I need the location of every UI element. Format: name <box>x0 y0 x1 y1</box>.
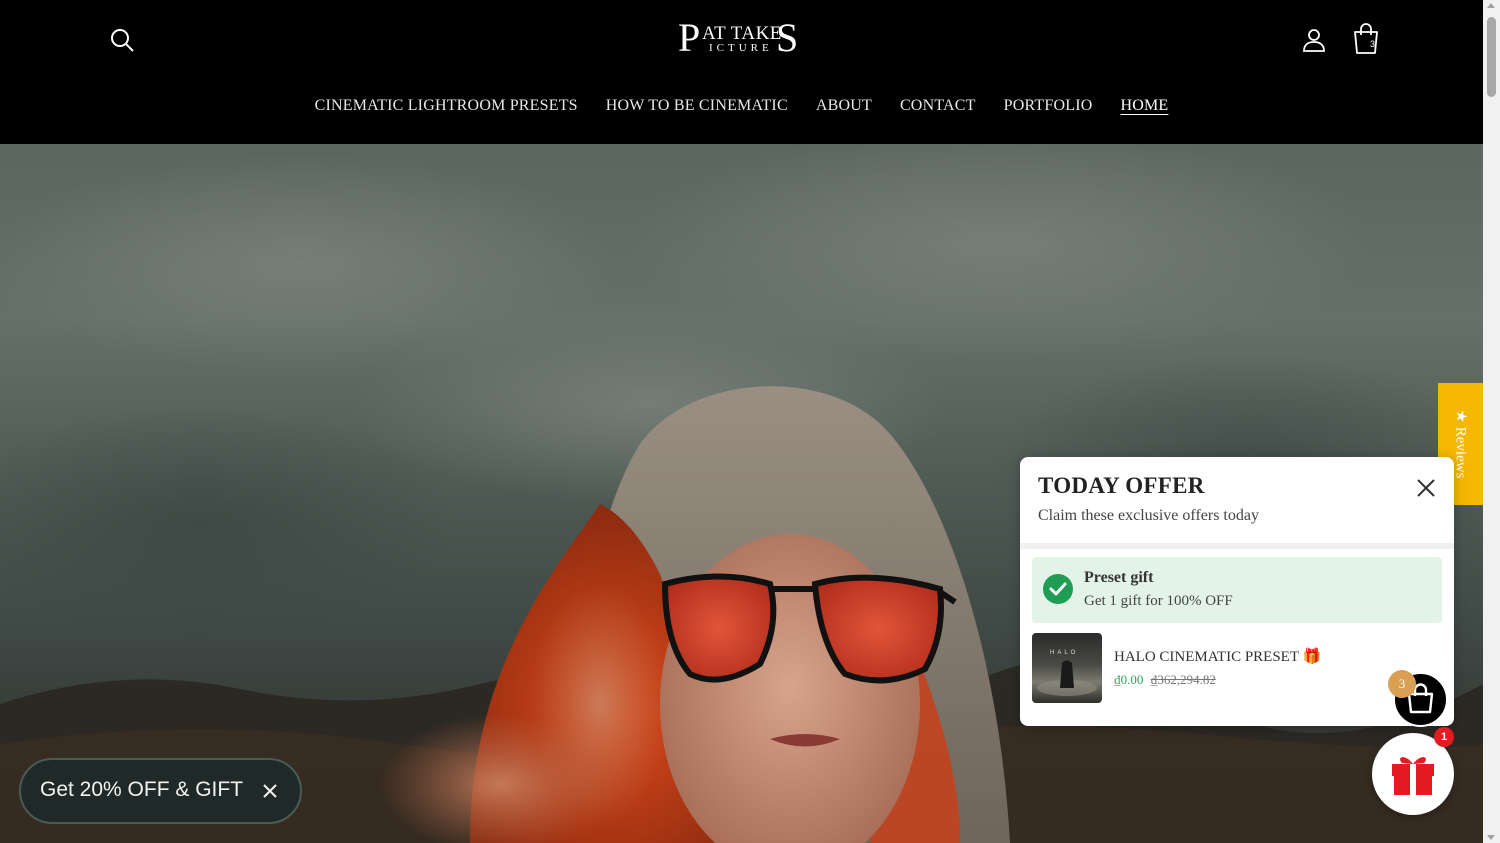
logo-letter-s: S <box>776 15 799 60</box>
product-original-price: ₫362,294.82 <box>1150 672 1216 687</box>
discount-promo-button[interactable]: Get 20% OFF & GIFT <box>19 758 302 824</box>
scroll-down-arrow-icon[interactable] <box>1487 835 1495 840</box>
logo-top-text: AT TAKE <box>702 23 782 44</box>
nav-portfolio[interactable]: PORTFOLIO <box>1004 97 1093 115</box>
page-scrollbar[interactable] <box>1483 0 1500 843</box>
logo-bottom-text: ICTURE <box>709 42 773 54</box>
scroll-up-arrow-icon[interactable] <box>1487 3 1495 8</box>
nav-about[interactable]: ABOUT <box>816 97 872 115</box>
offer-title: TODAY OFFER <box>1038 473 1205 498</box>
site-logo[interactable]: P AT TAKE ICTURE S <box>678 15 806 60</box>
nav-how-to-be-cinematic[interactable]: HOW TO BE CINEMATIC <box>606 97 788 115</box>
product-sale-price: ₫0.00 <box>1114 672 1144 687</box>
check-circle-icon <box>1043 574 1073 604</box>
cart-icon[interactable]: 3 <box>1350 22 1382 56</box>
gift-title: Preset gift <box>1084 569 1154 586</box>
offer-divider <box>1020 543 1454 549</box>
offer-subtitle: Claim these exclusive offers today <box>1038 507 1259 524</box>
site-header: P AT TAKE ICTURE S 3 CINEMATIC LIGHTROOM… <box>0 0 1483 144</box>
promo-text: Get 20% OFF & GIFT <box>40 778 244 801</box>
product-name[interactable]: HALO CINEMATIC PRESET 🎁 <box>1114 647 1321 666</box>
gift-description: Get 1 gift for 100% OFF <box>1084 593 1233 609</box>
scroll-thumb[interactable] <box>1487 17 1496 97</box>
account-icon[interactable] <box>1300 26 1328 54</box>
main-nav: CINEMATIC LIGHTROOM PRESETS HOW TO BE CI… <box>0 97 1483 115</box>
close-icon[interactable] <box>1415 477 1437 499</box>
floating-cart-count: 3 <box>1388 670 1416 698</box>
nav-home[interactable]: HOME <box>1120 97 1168 115</box>
product-price: ₫0.00 ₫362,294.82 <box>1114 672 1216 688</box>
logo-letter-p: P <box>678 15 701 60</box>
product-thumbnail[interactable]: HALO <box>1032 633 1102 703</box>
cart-count: 3 <box>1370 39 1376 49</box>
search-icon[interactable] <box>108 26 136 54</box>
nav-cinematic-lightroom-presets[interactable]: CINEMATIC LIGHTROOM PRESETS <box>315 97 578 115</box>
nav-contact[interactable]: CONTACT <box>900 97 976 115</box>
preset-gift-offer[interactable]: Preset gift Get 1 gift for 100% OFF <box>1032 557 1442 623</box>
close-icon[interactable] <box>263 784 277 798</box>
gift-count-badge: 1 <box>1434 727 1454 747</box>
